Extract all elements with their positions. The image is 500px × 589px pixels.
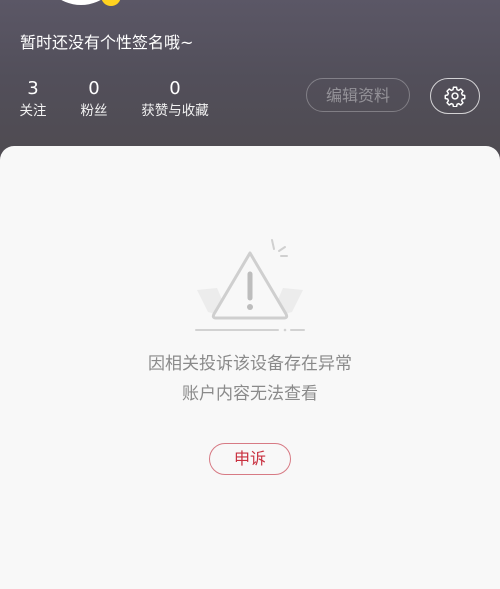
settings-button[interactable] [430, 78, 480, 114]
avatar-badge [101, 0, 121, 6]
blocked-message-line-1: 因相关投诉该设备存在异常 [148, 354, 352, 374]
stat-following-count: 3 [27, 78, 39, 99]
blocked-content-card: 因相关投诉该设备存在异常 账户内容无法查看 申诉 [0, 146, 500, 589]
stat-following-label: 关注 [19, 103, 47, 119]
stat-fans-count: 0 [88, 78, 100, 99]
stat-likes-and-favorites[interactable]: 0 获赞与收藏 [136, 78, 214, 120]
edit-profile-button[interactable]: 编辑资料 [306, 78, 410, 112]
profile-signature[interactable]: 暂时还没有个性签名哦~ [20, 32, 193, 54]
gear-icon [444, 86, 466, 107]
warning-triangle-icon [195, 239, 305, 332]
stat-fans-label: 粉丝 [80, 103, 108, 119]
stat-fans[interactable]: 0 粉丝 [76, 78, 112, 120]
stat-following[interactable]: 3 关注 [14, 78, 52, 120]
appeal-button[interactable]: 申诉 [209, 443, 291, 475]
stat-likes-count: 0 [169, 78, 181, 99]
stat-likes-label: 获赞与收藏 [141, 103, 209, 119]
blocked-message-line-2: 账户内容无法查看 [182, 384, 318, 404]
